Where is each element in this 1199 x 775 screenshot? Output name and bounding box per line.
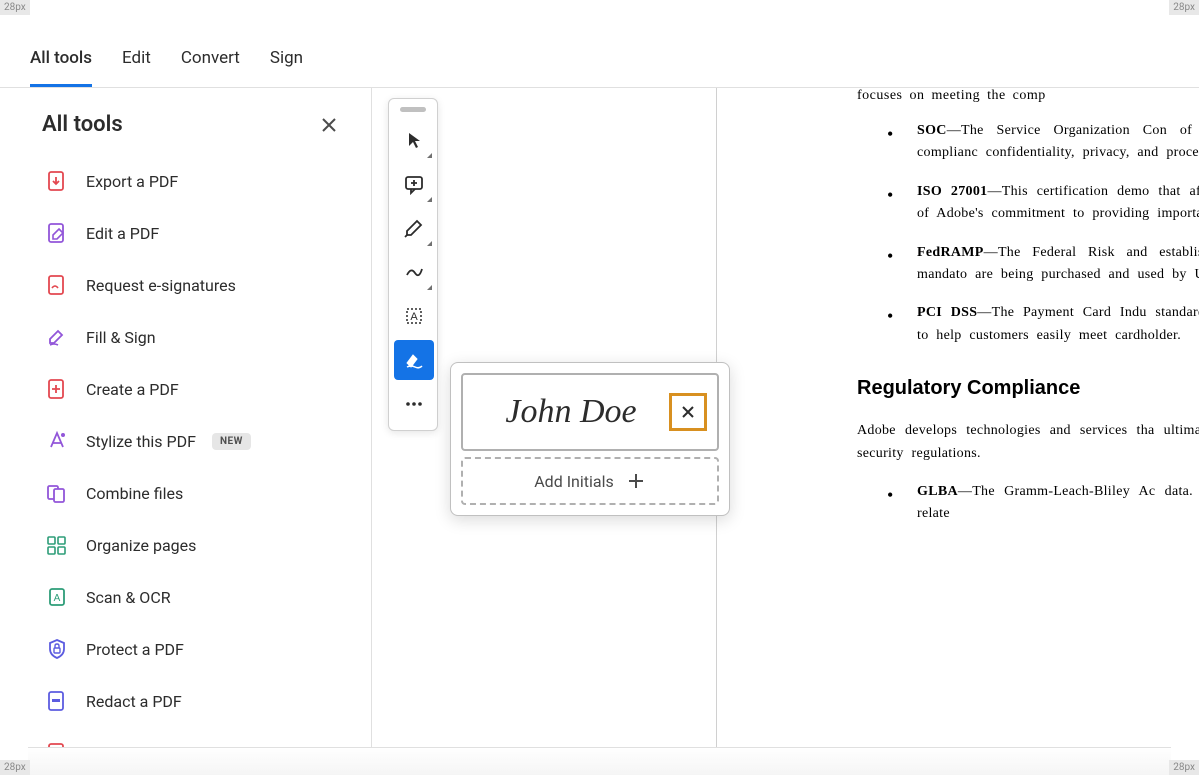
- doc-paragraph: Adobe develops technologies and services…: [857, 420, 1199, 465]
- sidebar-item-export-a-pdf[interactable]: Export a PDF: [10, 155, 361, 207]
- comment-tool-icon: [403, 173, 425, 195]
- close-sidebar-button[interactable]: [317, 113, 341, 137]
- highlight-tool-icon: [403, 217, 425, 239]
- export-pdf-icon: [44, 168, 70, 194]
- top-tabs: All tools Edit Convert Sign: [0, 0, 1199, 88]
- chevron-down-icon: [427, 285, 432, 290]
- fill-sign-icon: [44, 324, 70, 350]
- tool-label: Redact a PDF: [86, 692, 182, 711]
- sidebar-item-scan-ocr[interactable]: A Scan & OCR: [10, 571, 361, 623]
- floating-toolbar: A: [388, 98, 438, 431]
- organize-pages-icon: [44, 532, 70, 558]
- chevron-down-icon: [427, 197, 432, 202]
- tool-label: Protect a PDF: [86, 640, 184, 659]
- sidebar-item-fill-sign[interactable]: Fill & Sign: [10, 311, 361, 363]
- draw-tool-button[interactable]: [394, 252, 434, 292]
- stylize-pdf-icon: [44, 428, 70, 454]
- sign-tool-button[interactable]: [394, 340, 434, 380]
- more-tools-button[interactable]: [394, 384, 434, 424]
- close-icon: [680, 404, 696, 420]
- redact-pdf-icon: [44, 688, 70, 714]
- tool-label: Combine files: [86, 484, 183, 503]
- tool-label: Export a PDF: [86, 172, 178, 191]
- bottom-strip: [28, 747, 1171, 775]
- more-tools-icon: [403, 393, 425, 415]
- select-tool-button[interactable]: [394, 120, 434, 160]
- plus-icon: [626, 471, 646, 491]
- sidebar-item-request-e-signatures[interactable]: Request e-signatures: [10, 259, 361, 311]
- tab-sign[interactable]: Sign: [270, 32, 303, 87]
- sidebar-item-combine-files[interactable]: Combine files: [10, 467, 361, 519]
- tab-convert[interactable]: Convert: [181, 32, 240, 87]
- sidebar-item-edit-a-pdf[interactable]: Edit a PDF: [10, 207, 361, 259]
- add-text-tool-icon: A: [403, 305, 425, 327]
- doc-bullet-item: GLBA—The Gramm-Leach-Bliley Ac data. A "…: [887, 481, 1199, 526]
- signature-option[interactable]: John Doe: [461, 373, 719, 451]
- tool-label: Edit a PDF: [86, 224, 159, 243]
- chevron-down-icon: [427, 153, 432, 158]
- corner-dimension-label: 28px: [1169, 0, 1199, 15]
- delete-signature-button[interactable]: [669, 393, 707, 431]
- tool-label: Create a PDF: [86, 380, 179, 399]
- sidebar-item-stylize-this-pdf[interactable]: Stylize this PDF NEW: [10, 415, 361, 467]
- sidebar-item-compress-a-pdf[interactable]: Compress a PDF: [10, 727, 361, 747]
- add-text-tool-button[interactable]: A: [394, 296, 434, 336]
- sidebar-item-redact-a-pdf[interactable]: Redact a PDF: [10, 675, 361, 727]
- document-content[interactable]: focuses on meeting the comp SOC—The Serv…: [716, 88, 1199, 747]
- tool-label: Scan & OCR: [86, 588, 171, 607]
- svg-text:A: A: [410, 311, 418, 323]
- chevron-down-icon: [427, 241, 432, 246]
- sidebar-item-protect-a-pdf[interactable]: Protect a PDF: [10, 623, 361, 675]
- draw-tool-icon: [403, 261, 425, 283]
- doc-bullet-item: FedRAMP—The Federal Risk and established…: [887, 242, 1199, 287]
- signature-preview: John Doe: [473, 393, 669, 431]
- tab-all-tools[interactable]: All tools: [30, 32, 92, 87]
- doc-heading: Regulatory Compliance: [857, 377, 1199, 400]
- highlight-tool-button[interactable]: [394, 208, 434, 248]
- sidebar-item-organize-pages[interactable]: Organize pages: [10, 519, 361, 571]
- tab-edit[interactable]: Edit: [122, 32, 151, 87]
- tool-label: Organize pages: [86, 536, 196, 555]
- add-initials-label: Add Initials: [534, 472, 614, 491]
- doc-intro-text: focuses on meeting the comp: [857, 88, 1199, 104]
- comment-tool-button[interactable]: [394, 164, 434, 204]
- select-tool-icon: [404, 130, 424, 150]
- svg-text:A: A: [54, 593, 61, 604]
- protect-pdf-icon: [44, 636, 70, 662]
- scan-ocr-icon: A: [44, 584, 70, 610]
- request-signatures-icon: [44, 272, 70, 298]
- toolbar-grip-icon[interactable]: [400, 107, 426, 112]
- compress-pdf-icon: [44, 740, 70, 747]
- tool-label: Stylize this PDF: [86, 432, 196, 451]
- document-area: A John Doe Add Initials focu: [372, 88, 1199, 747]
- close-icon: [321, 117, 337, 133]
- signature-popup: John Doe Add Initials: [450, 362, 730, 516]
- doc-bullet-item: SOC—The Service Organization Con of Publ…: [887, 120, 1199, 165]
- tool-label: Request e-signatures: [86, 276, 236, 295]
- edit-pdf-icon: [44, 220, 70, 246]
- sign-tool-icon: [403, 349, 425, 371]
- tool-label: Fill & Sign: [86, 328, 156, 347]
- corner-dimension-label: 28px: [0, 0, 30, 15]
- sidebar-panel: All tools Export a PDF Edit a PDF Request …: [0, 88, 372, 747]
- add-initials-button[interactable]: Add Initials: [461, 457, 719, 505]
- create-pdf-icon: [44, 376, 70, 402]
- doc-bullet-item: ISO 27001—This certification demo that a…: [887, 181, 1199, 226]
- sidebar-title: All tools: [42, 112, 123, 137]
- combine-files-icon: [44, 480, 70, 506]
- sidebar-item-create-a-pdf[interactable]: Create a PDF: [10, 363, 361, 415]
- new-badge: NEW: [212, 433, 251, 450]
- corner-dimension-label: 28px: [1169, 760, 1199, 775]
- corner-dimension-label: 28px: [0, 760, 30, 775]
- doc-bullet-item: PCI DSS—The Payment Card Indu standard f…: [887, 302, 1199, 347]
